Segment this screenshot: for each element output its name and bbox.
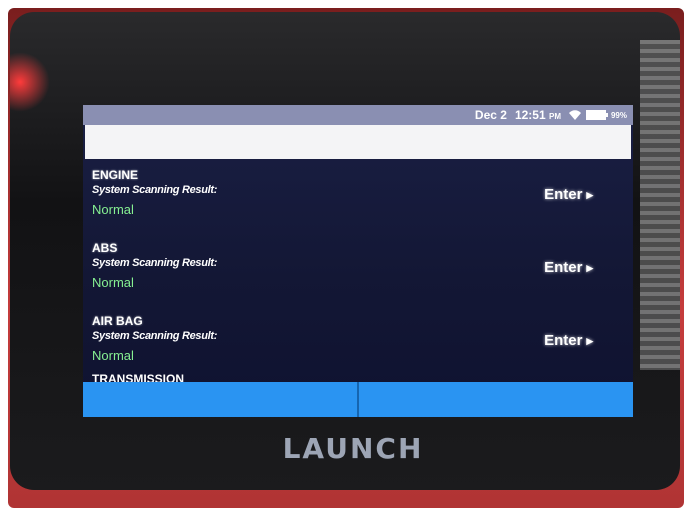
bottom-action-bar: [83, 382, 633, 417]
system-list: ENGINE System Scanning Result: Normal En…: [83, 165, 633, 384]
system-name: ABS: [92, 241, 118, 255]
list-item-engine[interactable]: ENGINE System Scanning Result: Normal En…: [83, 169, 633, 238]
result-status: Normal: [92, 275, 134, 290]
battery-level: [587, 112, 604, 118]
enter-button[interactable]: Enter ▸: [544, 259, 593, 276]
status-date: Dec 2: [474, 108, 507, 122]
chevron-right-icon: ▸: [586, 259, 593, 275]
result-status: Normal: [92, 348, 134, 363]
battery-icon: [585, 110, 608, 120]
device-brand-logo: LAUNCH: [282, 432, 424, 465]
chevron-right-icon: ▸: [586, 332, 593, 348]
device-screen: Dec 2 12:51 PM 99% ENGINE System Scannin…: [83, 105, 633, 417]
status-bar: Dec 2 12:51 PM 99%: [83, 105, 633, 125]
wifi-icon: [568, 110, 581, 120]
header-bar: [85, 125, 631, 159]
enter-button[interactable]: Enter ▸: [544, 186, 593, 203]
battery-text: 99%: [610, 110, 627, 120]
indicator-light: [10, 52, 50, 112]
list-item-abs[interactable]: ABS System Scanning Result: Normal Enter…: [83, 242, 633, 311]
status-time: 12:51 PM: [514, 108, 561, 122]
result-status: Normal: [92, 202, 134, 217]
bottom-right-button[interactable]: [357, 382, 633, 417]
chevron-right-icon: ▸: [586, 186, 593, 202]
bottom-left-button[interactable]: [83, 382, 357, 417]
enter-button[interactable]: Enter ▸: [544, 332, 593, 349]
background-blinds: [640, 40, 680, 370]
system-name: ENGINE: [92, 168, 139, 182]
system-name: AIR BAG: [92, 314, 143, 328]
